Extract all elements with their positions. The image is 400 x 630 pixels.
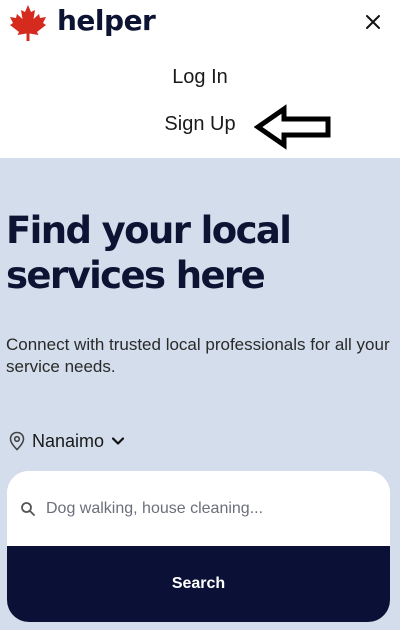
map-pin-icon — [9, 431, 25, 451]
maple-leaf-icon[interactable] — [8, 4, 48, 42]
search-button[interactable]: Search — [7, 546, 390, 622]
signup-link[interactable]: Sign Up — [0, 113, 400, 136]
close-icon[interactable] — [362, 11, 384, 33]
top-bar: helper — [0, 0, 400, 48]
hero-title-line-1: Find your local — [6, 209, 292, 252]
search-input[interactable] — [46, 499, 376, 518]
hero-title: Find your local services here — [6, 208, 396, 298]
login-link[interactable]: Log In — [0, 66, 400, 89]
brand-name[interactable]: helper — [57, 4, 156, 37]
hero-section: Find your local services here Connect wi… — [0, 158, 400, 630]
location-value: Nanaimo — [32, 430, 105, 451]
location-selector[interactable]: Nanaimo — [8, 428, 126, 454]
hero-title-line-2: services here — [6, 254, 266, 297]
left-arrow-icon — [254, 104, 331, 150]
search-field[interactable] — [7, 471, 390, 546]
search-card: Search — [7, 471, 390, 622]
chevron-down-icon — [111, 437, 125, 445]
hero-subtitle: Connect with trusted local professionals… — [6, 335, 390, 376]
search-icon — [21, 501, 35, 516]
